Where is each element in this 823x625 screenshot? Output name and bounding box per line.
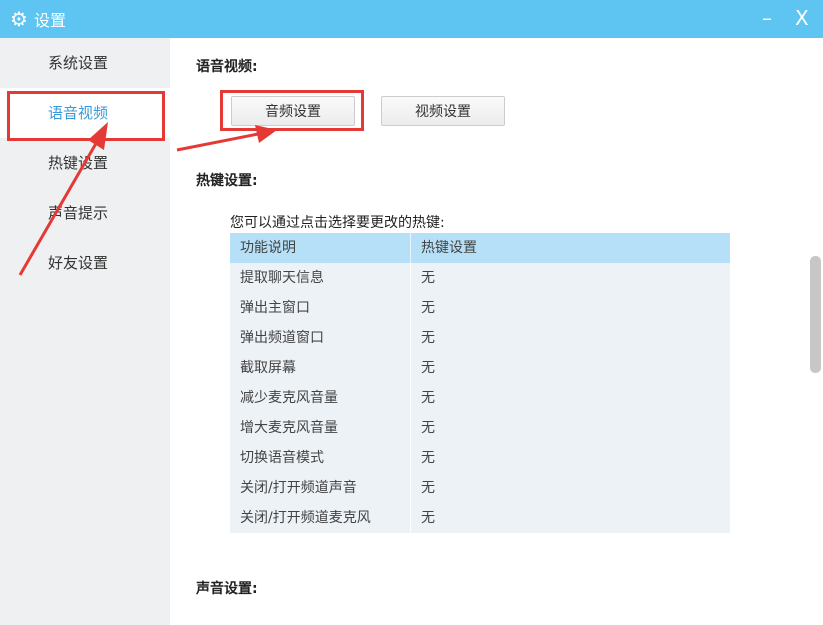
hotkey-function: 减少麦克风音量: [230, 383, 411, 413]
table-row[interactable]: 关闭/打开频道声音无: [230, 473, 730, 503]
sidebar-item-hotkeys[interactable]: 热键设置: [0, 138, 170, 188]
table-row[interactable]: 弹出主窗口无: [230, 293, 730, 323]
sidebar-item-friends[interactable]: 好友设置: [0, 238, 170, 288]
sound-settings-heading: 声音设置:: [196, 578, 258, 598]
scrollbar-thumb[interactable]: [810, 256, 821, 373]
voice-video-heading: 语音视频:: [196, 56, 258, 76]
highlight-box-sidebar: [7, 91, 165, 141]
sidebar-item-sound-alerts[interactable]: 声音提示: [0, 188, 170, 238]
hotkey-function: 弹出主窗口: [230, 293, 411, 323]
hotkey-value[interactable]: 无: [411, 473, 435, 503]
hotkey-function: 弹出频道窗口: [230, 323, 411, 353]
hotkey-function: 提取聊天信息: [230, 263, 411, 293]
hotkeys-hint: 您可以通过点击选择要更改的热键:: [230, 212, 445, 232]
table-row[interactable]: 减少麦克风音量无: [230, 383, 730, 413]
table-row[interactable]: 增大麦克风音量无: [230, 413, 730, 443]
hotkey-function: 关闭/打开频道声音: [230, 473, 411, 503]
hotkey-function: 切换语音模式: [230, 443, 411, 473]
table-row[interactable]: 提取聊天信息无: [230, 263, 730, 293]
hotkeys-heading: 热键设置:: [196, 170, 258, 190]
scrollbar[interactable]: [808, 38, 823, 625]
hotkey-value[interactable]: 无: [411, 383, 435, 413]
hotkey-value[interactable]: 无: [411, 293, 435, 323]
sidebar-item-system[interactable]: 系统设置: [0, 38, 170, 88]
hotkey-value[interactable]: 无: [411, 263, 435, 293]
table-row[interactable]: 截取屏幕无: [230, 353, 730, 383]
hotkey-function: 截取屏幕: [230, 353, 411, 383]
close-button[interactable]: X: [795, 6, 809, 30]
hotkey-value[interactable]: 无: [411, 353, 435, 383]
hotkey-table: 功能说明 热键设置 提取聊天信息无弹出主窗口无弹出频道窗口无截取屏幕无减少麦克风…: [230, 233, 730, 533]
column-header-function: 功能说明: [230, 233, 411, 263]
column-header-hotkey: 热键设置: [411, 233, 477, 263]
minimize-button[interactable]: –: [762, 6, 772, 30]
gear-icon: ⚙: [10, 7, 28, 31]
table-row[interactable]: 关闭/打开频道麦克风无: [230, 503, 730, 533]
table-header: 功能说明 热键设置: [230, 233, 730, 263]
table-row[interactable]: 弹出频道窗口无: [230, 323, 730, 353]
video-settings-button[interactable]: 视频设置: [381, 96, 505, 126]
hotkey-value[interactable]: 无: [411, 503, 435, 533]
title-bar: ⚙ 设置 – X: [0, 0, 823, 38]
table-row[interactable]: 切换语音模式无: [230, 443, 730, 473]
hotkey-value[interactable]: 无: [411, 413, 435, 443]
hotkey-function: 增大麦克风音量: [230, 413, 411, 443]
hotkey-value[interactable]: 无: [411, 323, 435, 353]
hotkey-value[interactable]: 无: [411, 443, 435, 473]
hotkey-function: 关闭/打开频道麦克风: [230, 503, 411, 533]
window-title: 设置: [34, 7, 66, 31]
highlight-box-audio: [220, 90, 364, 131]
